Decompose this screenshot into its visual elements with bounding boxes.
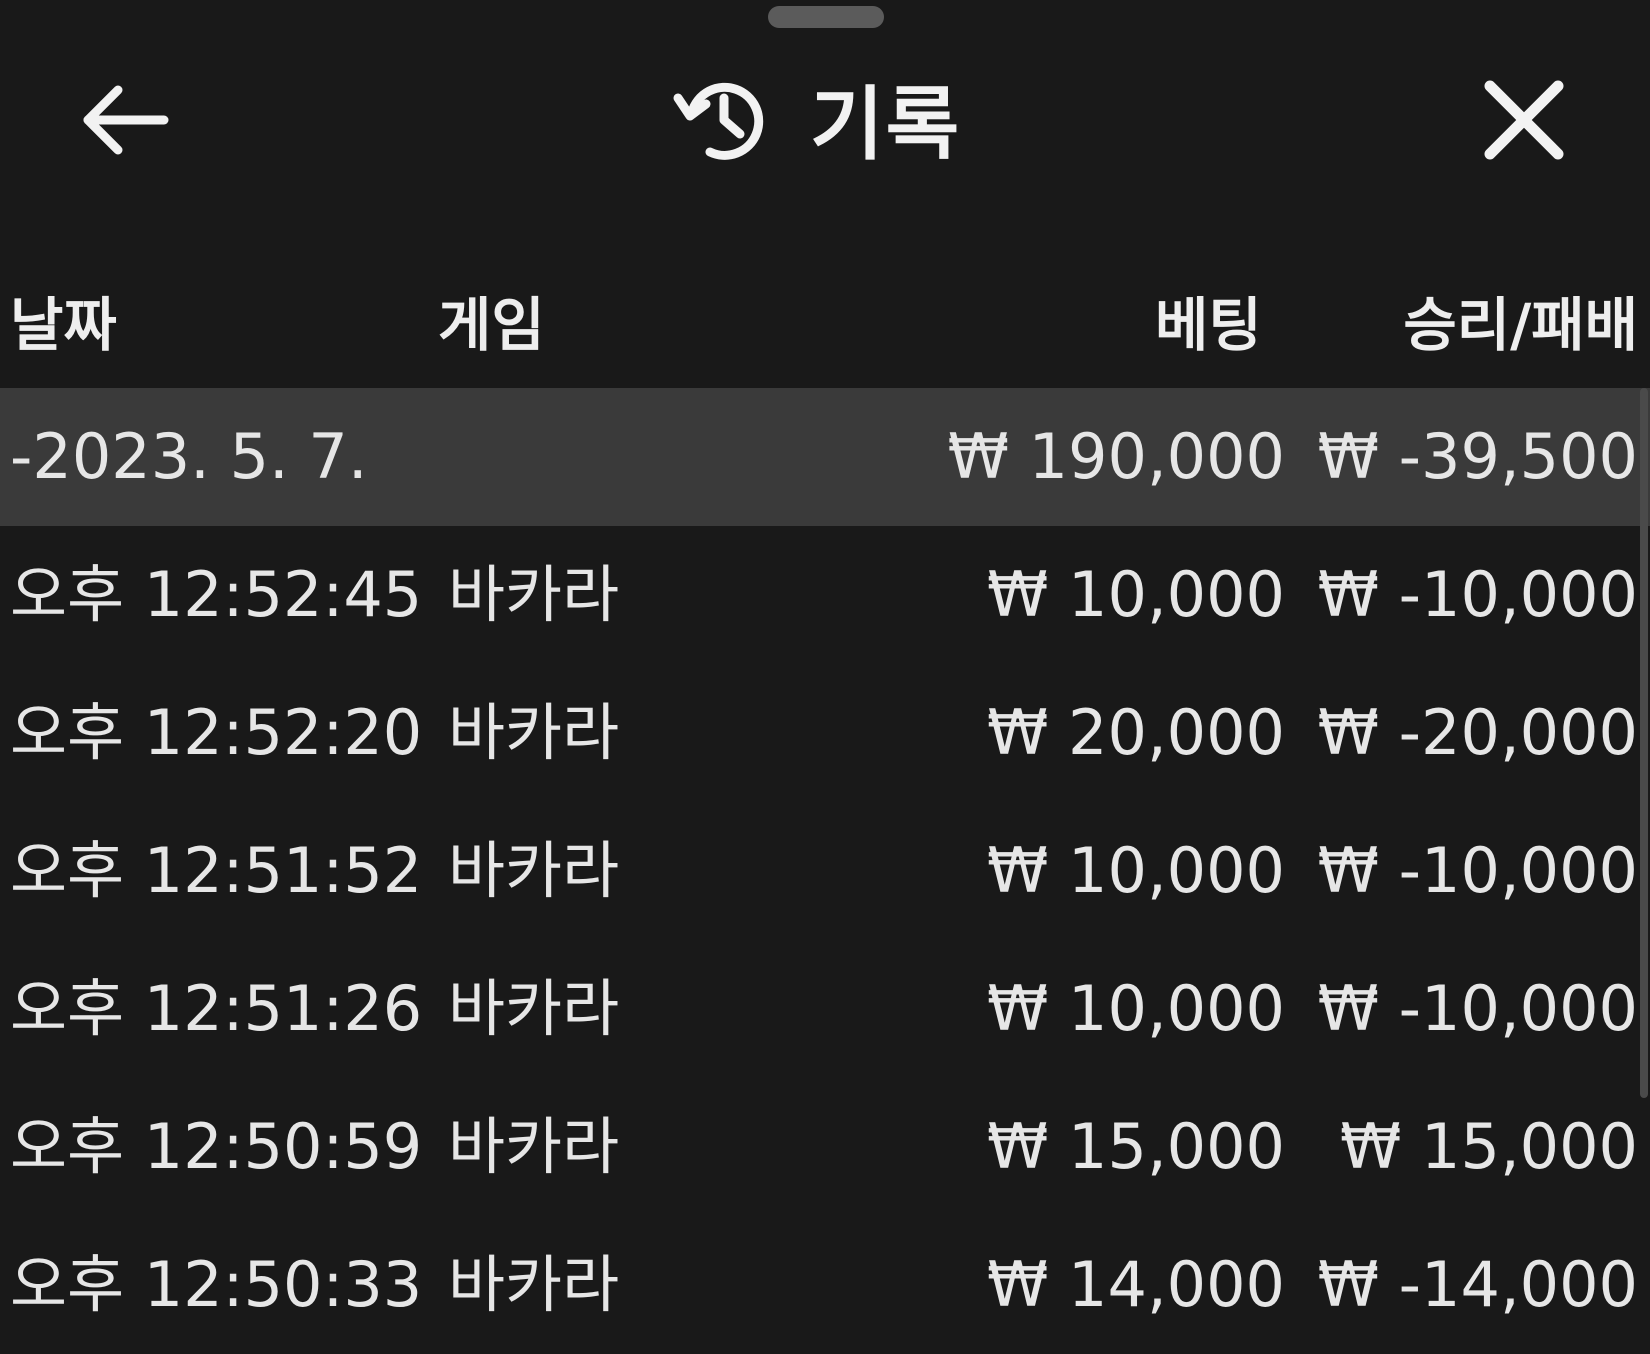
row-time: 오후 12:52:45 bbox=[10, 558, 423, 631]
arrow-left-icon bbox=[83, 85, 169, 155]
row-result: ₩ -20,000 bbox=[1317, 696, 1638, 769]
header: 기록 bbox=[0, 40, 1650, 200]
row-time: 오후 12:52:20 bbox=[10, 696, 423, 769]
row-result: ₩ -10,000 bbox=[1317, 558, 1638, 631]
table-row[interactable]: 오후 12:50:59 바카라 ₩ 15,000 ₩ 15,000 bbox=[0, 1078, 1650, 1216]
title-group: 기록 bbox=[670, 68, 961, 171]
summary-row[interactable]: -2023. 5. 7. ₩ 190,000 ₩ -39,500 bbox=[0, 388, 1650, 526]
drag-handle[interactable] bbox=[768, 6, 884, 28]
table-row[interactable]: 오후 12:52:45 바카라 ₩ 10,000 ₩ -10,000 bbox=[0, 526, 1650, 664]
history-table: -2023. 5. 7. ₩ 190,000 ₩ -39,500 오후 12:5… bbox=[0, 388, 1650, 1354]
summary-bet-total: ₩ 190,000 bbox=[947, 420, 1285, 493]
row-time: 오후 12:51:52 bbox=[10, 834, 423, 907]
history-icon bbox=[673, 82, 764, 160]
table-row[interactable]: 오후 12:51:26 바카라 ₩ 10,000 ₩ -10,000 bbox=[0, 940, 1650, 1078]
row-game: 바카라 bbox=[448, 558, 620, 631]
close-button[interactable] bbox=[1474, 78, 1574, 162]
row-bet: ₩ 10,000 bbox=[987, 558, 1285, 631]
row-bet: ₩ 14,000 bbox=[987, 1248, 1285, 1321]
row-bet: ₩ 10,000 bbox=[987, 972, 1285, 1045]
back-button[interactable] bbox=[74, 80, 174, 160]
column-header-game: 게임 bbox=[438, 291, 545, 359]
row-bet: ₩ 15,000 bbox=[987, 1110, 1285, 1183]
column-header-result: 승리/패배 bbox=[1403, 291, 1638, 359]
row-time: 오후 12:51:26 bbox=[10, 972, 423, 1045]
table-row[interactable]: 오후 12:52:20 바카라 ₩ 20,000 ₩ -20,000 bbox=[0, 664, 1650, 802]
row-bet: ₩ 10,000 bbox=[987, 834, 1285, 907]
row-result: ₩ -14,000 bbox=[1317, 1248, 1638, 1321]
row-time: 오후 12:50:33 bbox=[10, 1248, 423, 1321]
row-result: ₩ -10,000 bbox=[1317, 834, 1638, 907]
column-header-date: 날짜 bbox=[10, 291, 117, 359]
row-game: 바카라 bbox=[448, 696, 620, 769]
row-game: 바카라 bbox=[448, 1248, 620, 1321]
row-result: ₩ 15,000 bbox=[1340, 1110, 1638, 1183]
row-result: ₩ -10,000 bbox=[1317, 972, 1638, 1045]
row-game: 바카라 bbox=[448, 972, 620, 1045]
table-row[interactable]: 오후 12:50:33 바카라 ₩ 14,000 ₩ -14,000 bbox=[0, 1216, 1650, 1354]
column-header-bet: 베팅 bbox=[1155, 291, 1262, 359]
summary-date: -2023. 5. 7. bbox=[10, 420, 368, 493]
scrollbar[interactable] bbox=[1640, 388, 1648, 1098]
summary-result-total: ₩ -39,500 bbox=[1317, 420, 1638, 493]
row-game: 바카라 bbox=[448, 834, 620, 907]
close-icon bbox=[1484, 80, 1564, 160]
table-row[interactable]: 오후 12:51:52 바카라 ₩ 10,000 ₩ -10,000 bbox=[0, 802, 1650, 940]
row-time: 오후 12:50:59 bbox=[10, 1110, 423, 1183]
row-game: 바카라 bbox=[448, 1110, 620, 1183]
row-bet: ₩ 20,000 bbox=[987, 696, 1285, 769]
page-title: 기록 bbox=[810, 78, 962, 171]
